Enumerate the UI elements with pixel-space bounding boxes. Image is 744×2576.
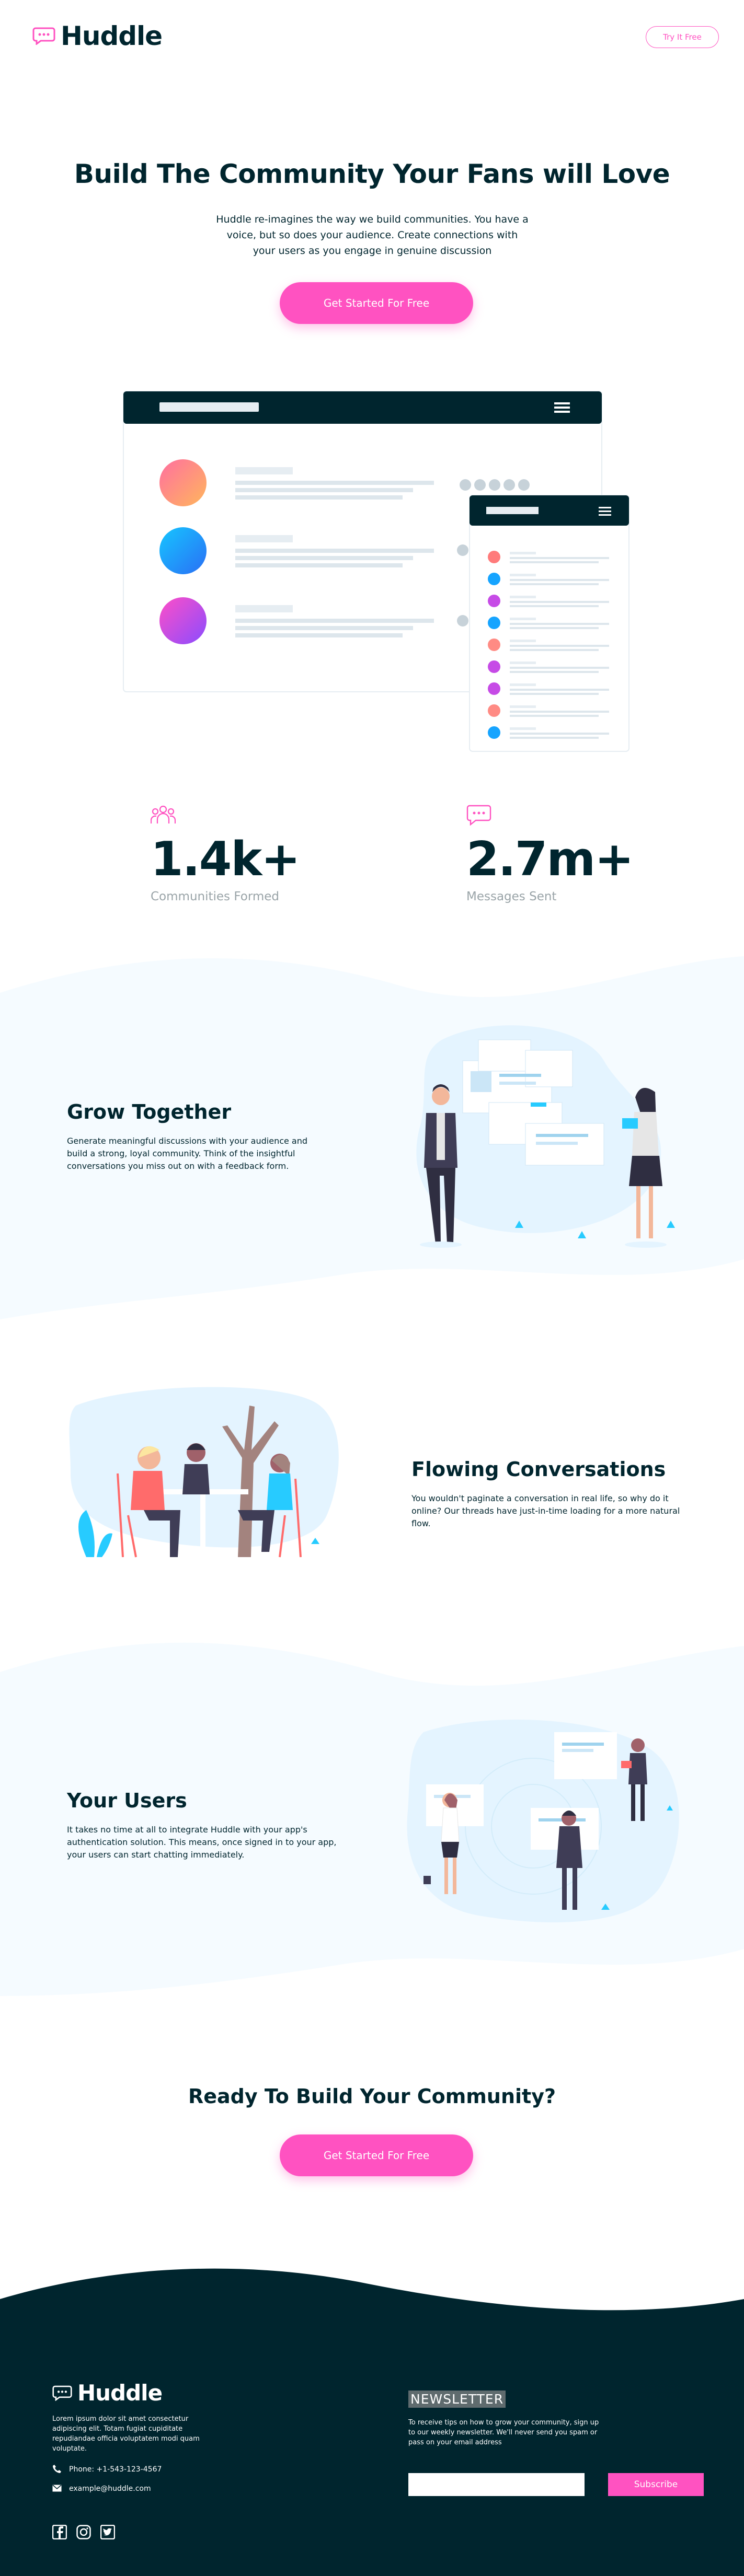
cta-title: Ready To Build Your Community?: [188, 2085, 556, 2108]
header-logo[interactable]: Huddle: [32, 21, 163, 51]
footer-logo[interactable]: Huddle: [52, 2380, 163, 2406]
phone-text: Phone: +1-543-123-4567: [69, 2465, 162, 2474]
footer-phone: Phone: +1-543-123-4567: [52, 2464, 162, 2476]
cta-button[interactable]: Get Started For Free: [280, 2134, 473, 2176]
stat-label: Messages Sent: [466, 890, 557, 903]
chat-bubble-icon: [32, 27, 55, 45]
feature-2-text: Flowing Conversations You wouldn't pagin…: [411, 1458, 689, 1530]
email-icon: [52, 2484, 62, 2494]
newsletter-email-input[interactable]: [408, 2473, 585, 2496]
twitter-icon[interactable]: [100, 2524, 116, 2542]
feature-title: Grow Together: [67, 1100, 232, 1123]
stat-messages: 2.7m+ Messages Sent: [466, 805, 639, 903]
facebook-icon[interactable]: [52, 2524, 67, 2542]
feature-description: It takes no time at all to integrate Hud…: [67, 1825, 337, 1860]
stat-value: 1.4k+: [151, 832, 301, 887]
phone-icon: [52, 2464, 62, 2476]
flowing-conversations-illustration: [65, 1385, 342, 1588]
footer-email: example@huddle.com: [52, 2483, 151, 2495]
instagram-icon[interactable]: [76, 2525, 91, 2542]
feature-description: Generate meaningful discussions with you…: [67, 1136, 308, 1171]
feature-3-text: Your Users It takes no time at all to in…: [67, 1789, 344, 1861]
social-links: [52, 2524, 116, 2542]
logo-text: Huddle: [61, 21, 163, 51]
app-mockup-illustration: [123, 391, 630, 757]
email-text[interactable]: example@huddle.com: [69, 2483, 151, 2495]
footer-about: Lorem ipsum dolor sit amet consectetur a…: [52, 2415, 200, 2453]
messages-icon: [466, 805, 639, 828]
feature-title: Flowing Conversations: [411, 1458, 666, 1481]
hero-title: Build The Community Your Fans will Love: [74, 159, 670, 189]
grow-together-illustration: [410, 1019, 693, 1254]
subscribe-button[interactable]: Subscribe: [608, 2473, 704, 2496]
feature-1-text: Grow Together Generate meaningful discus…: [67, 1100, 328, 1173]
newsletter-text: To receive tips on how to grow your comm…: [408, 2419, 599, 2446]
footer-logo-text: Huddle: [77, 2380, 163, 2406]
stat-communities: 1.4k+ Communities Formed: [150, 805, 323, 903]
your-users-illustration: [403, 1716, 690, 1936]
stat-label: Communities Formed: [151, 890, 280, 903]
hero-cta-button[interactable]: Get Started For Free: [280, 282, 473, 324]
stat-value: 2.7m+: [466, 832, 634, 887]
feature-title: Your Users: [67, 1789, 187, 1812]
newsletter-label: NEWSLETTER: [408, 2391, 506, 2408]
chat-bubble-icon: [52, 2385, 72, 2401]
feature-description: You wouldn't paginate a conversation in …: [411, 1493, 680, 1528]
hero-subtitle: Huddle re-imagines the way we build comm…: [216, 214, 529, 257]
communities-icon: [150, 805, 323, 828]
try-it-free-button[interactable]: Try It Free: [646, 26, 719, 48]
footer-wave: [0, 2262, 744, 2320]
